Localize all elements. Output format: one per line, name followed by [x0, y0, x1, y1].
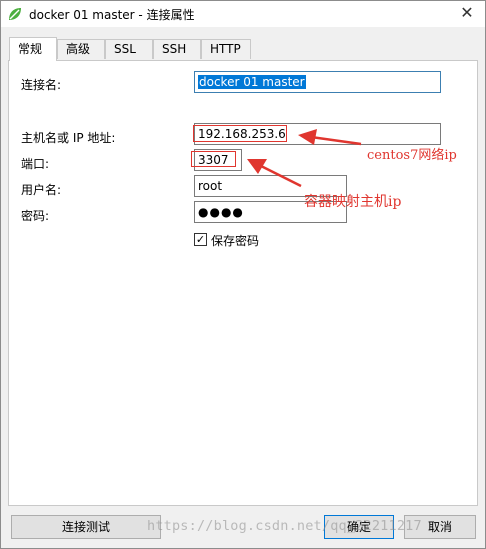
save-password-checkbox[interactable]: ✓ [194, 233, 207, 246]
host-label: 主机名或 IP 地址: [21, 131, 116, 145]
tab-general[interactable]: 常规 [9, 37, 57, 61]
tab-advanced[interactable]: 高级 [57, 39, 105, 59]
close-icon[interactable]: ✕ [459, 4, 475, 22]
password-label: 密码: [21, 209, 50, 223]
navicat-leaf-icon [9, 8, 21, 20]
connection-properties-dialog: docker 01 master - 连接属性 ✕ 常规 高级 SSL SSH … [0, 0, 486, 549]
tab-ssh[interactable]: SSH [153, 39, 201, 59]
host-annotation: centos7网络ip [367, 148, 457, 163]
connection-name-input[interactable]: docker 01 master [194, 71, 441, 93]
host-input[interactable]: 192.168.253.6 [194, 123, 441, 145]
title-bar[interactable]: docker 01 master - 连接属性 ✕ [1, 1, 485, 27]
connection-name-label: 连接名: [21, 78, 62, 92]
port-input[interactable]: 3307 [194, 149, 242, 171]
window-title: docker 01 master - 连接属性 [29, 8, 195, 22]
ok-button[interactable]: 确定 [324, 515, 394, 539]
username-label: 用户名: [21, 183, 62, 197]
port-label: 端口: [21, 157, 50, 171]
tab-ssl[interactable]: SSL [105, 39, 153, 59]
connection-name-value: docker 01 master [198, 75, 306, 89]
tab-http[interactable]: HTTP [201, 39, 251, 59]
save-password-label: 保存密码 [211, 234, 260, 248]
port-annotation: 容器映射主机ip [304, 194, 402, 210]
test-connection-button[interactable]: 连接测试 [11, 515, 161, 539]
cancel-button[interactable]: 取消 [404, 515, 476, 539]
